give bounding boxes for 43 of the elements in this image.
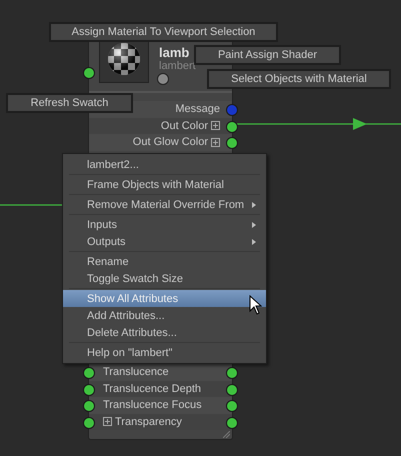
input-port[interactable]: [83, 400, 95, 412]
menu-item[interactable]: Outputs: [63, 233, 266, 250]
menu-item[interactable]: Inputs: [63, 216, 266, 233]
menu-item[interactable]: Remove Material Override From: [63, 196, 266, 213]
output-port[interactable]: [226, 120, 238, 133]
input-port[interactable]: [83, 384, 95, 396]
attribute-label: Out Color: [160, 120, 208, 132]
output-port[interactable]: [226, 367, 238, 380]
attribute-label: Translucence Focus: [103, 399, 202, 412]
expand-icon[interactable]: [103, 417, 112, 426]
input-port[interactable]: [83, 67, 95, 79]
tooltip: Select Objects with Material: [207, 69, 391, 89]
attribute-label: Translucence: [103, 366, 169, 378]
output-port[interactable]: [226, 384, 238, 396]
attribute-label: Translucence Depth: [103, 382, 202, 395]
output-port[interactable]: [226, 137, 238, 150]
tooltip: Paint Assign Shader: [194, 45, 341, 65]
menu-item[interactable]: Add Attributes...: [63, 307, 266, 324]
menu-item[interactable]: Frame Objects with Material: [63, 176, 266, 193]
output-port[interactable]: [226, 400, 238, 412]
tooltip: Assign Material To Viewport Selection: [49, 22, 278, 42]
menu-item[interactable]: Rename: [63, 253, 266, 270]
resize-grip-icon[interactable]: [223, 431, 230, 438]
tooltip: Refresh Swatch: [6, 93, 133, 113]
node-title: lamb: [159, 45, 190, 60]
expand-icon[interactable]: [211, 138, 220, 147]
attribute-label: Message: [175, 103, 220, 116]
menu-item[interactable]: Toggle Swatch Size: [63, 270, 266, 287]
connection-line: [0, 203, 62, 207]
menu-item[interactable]: Show All Attributes: [63, 290, 266, 307]
menu-item[interactable]: lambert2...: [63, 156, 266, 173]
checker-sphere-icon: [107, 42, 141, 76]
attribute-label: Out Glow Color: [132, 136, 208, 148]
mouse-cursor-icon: [249, 295, 262, 315]
menu-item[interactable]: Help on "lambert": [63, 344, 266, 361]
attribute-label: Transparency: [115, 416, 182, 428]
node-type: lambert: [159, 60, 196, 72]
output-port[interactable]: [226, 416, 238, 429]
port-icon[interactable]: [157, 73, 169, 85]
input-port[interactable]: [83, 416, 95, 429]
input-port[interactable]: [83, 367, 95, 380]
expand-icon[interactable]: [211, 121, 220, 130]
menu-item[interactable]: Delete Attributes...: [63, 324, 266, 341]
